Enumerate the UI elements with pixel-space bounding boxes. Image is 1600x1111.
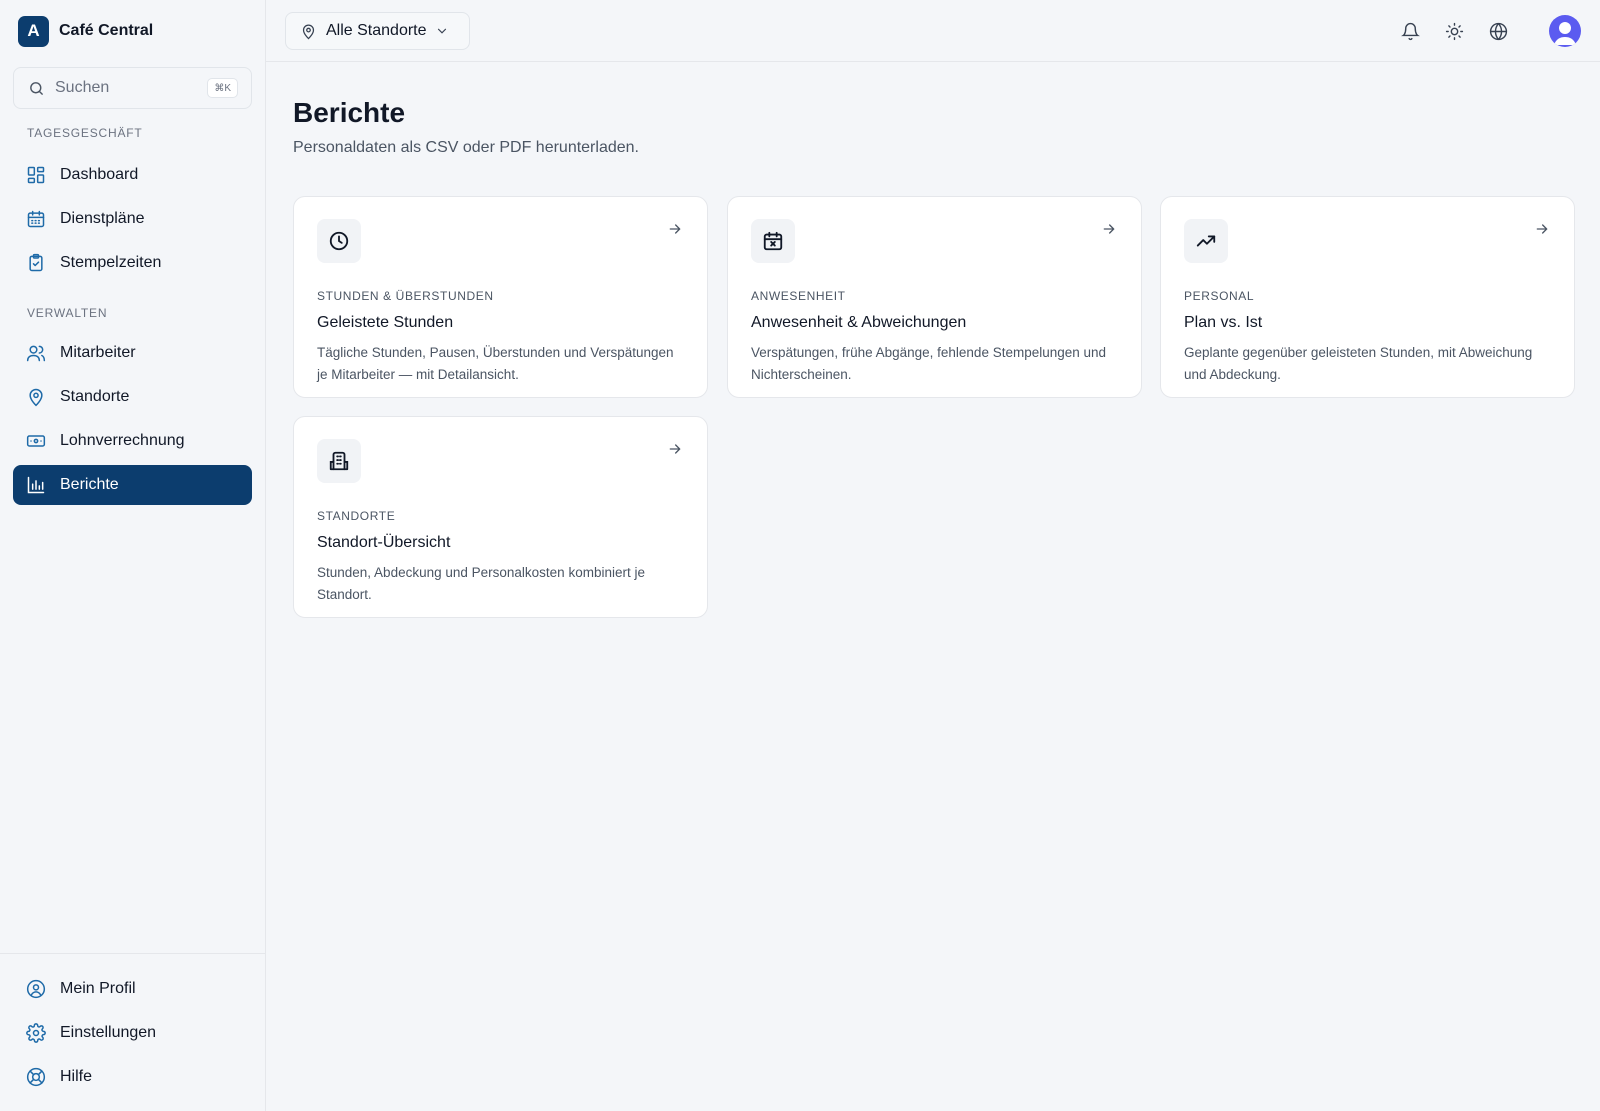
sidebar-item-standorte[interactable]: Standorte: [13, 377, 252, 417]
card-category: PERSONAL: [1184, 289, 1255, 303]
user-avatar-icon: [1554, 22, 1576, 45]
banknote-icon: [26, 431, 46, 451]
section-title-tagesgeschaeft: TAGESGESCHÄFT: [27, 126, 143, 140]
clock-icon: [328, 230, 350, 252]
arrow-right-icon: [1534, 221, 1552, 239]
card-category: STANDORTE: [317, 509, 396, 523]
arrow-right-icon: [667, 221, 685, 239]
page-subtitle: Personaldaten als CSV oder PDF herunterl…: [293, 139, 639, 156]
sidebar-divider: [0, 953, 266, 954]
card-description: Geplante gegenüber geleisteten Stunden, …: [1184, 345, 1533, 382]
brand-logo: A: [18, 15, 49, 47]
card-icon-box: [751, 219, 795, 263]
page-title: Berichte: [293, 97, 406, 128]
report-card-anwesenheit[interactable]: ANWESENHEIT Anwesenheit & Abweichungen V…: [727, 196, 1142, 398]
sun-icon[interactable]: [1443, 20, 1465, 42]
sidebar-item-einstellungen[interactable]: Einstellungen: [13, 1013, 252, 1053]
sidebar-item-label: Lohnverrechnung: [60, 432, 185, 449]
report-card-geleistete-stunden[interactable]: STUNDEN & ÜBERSTUNDEN Geleistete Stunden…: [293, 196, 708, 398]
card-icon-box: [317, 439, 361, 483]
user-circle-icon: [26, 979, 46, 999]
card-title: Plan vs. Ist: [1184, 314, 1263, 331]
card-category: STUNDEN & ÜBERSTUNDEN: [317, 289, 494, 303]
sidebar-item-label: Mitarbeiter: [60, 344, 136, 361]
card-title: Standort-Übersicht: [317, 534, 451, 551]
calendar-x-icon: [762, 230, 784, 252]
users-icon: [26, 343, 46, 363]
bar-chart-icon: [26, 475, 46, 495]
card-description: Verspätungen, frühe Abgänge, fehlende St…: [751, 345, 1107, 382]
card-description: Tägliche Stunden, Pausen, Überstunden un…: [317, 345, 674, 382]
card-icon-box: [317, 219, 361, 263]
topbar: Alle Standorte: [266, 0, 1600, 62]
gear-icon: [26, 1023, 46, 1043]
card-category: ANWESENHEIT: [751, 289, 846, 303]
sidebar-item-label: Dienstpläne: [60, 210, 145, 227]
sidebar-item-dashboard[interactable]: Dashboard: [13, 155, 252, 195]
sidebar-item-label: Standorte: [60, 388, 130, 405]
location-select[interactable]: Alle Standorte: [285, 12, 470, 50]
sidebar-item-label: Mein Profil: [60, 980, 136, 997]
sidebar-item-label: Berichte: [60, 476, 119, 493]
card-description: Stunden, Abdeckung und Personalkosten ko…: [317, 565, 645, 602]
lifebuoy-icon: [26, 1067, 46, 1087]
chevron-down-icon: [435, 24, 449, 38]
brand-name: Café Central: [59, 22, 154, 39]
sidebar: A Café Central Suchen ⌘K TAGESGESCHÄFT D…: [0, 0, 266, 1111]
sidebar-item-berichte[interactable]: Berichte: [13, 465, 252, 505]
sidebar-item-mitarbeiter[interactable]: Mitarbeiter: [13, 333, 252, 373]
bell-icon[interactable]: [1399, 20, 1421, 42]
building-icon: [328, 450, 350, 472]
arrow-right-icon: [667, 441, 685, 459]
sidebar-item-label: Einstellungen: [60, 1024, 157, 1041]
search-shortcut-badge: ⌘K: [207, 78, 238, 98]
card-title: Anwesenheit & Abweichungen: [751, 314, 967, 331]
sidebar-item-mein-profil[interactable]: Mein Profil: [13, 969, 252, 1009]
sidebar-item-label: Dashboard: [60, 166, 139, 183]
report-card-standort-uebersicht[interactable]: STANDORTE Standort-Übersicht Stunden, Ab…: [293, 416, 708, 618]
search-placeholder: Suchen: [55, 79, 110, 96]
search-icon: [28, 80, 45, 97]
dashboard-icon: [26, 165, 46, 185]
section-title-verwalten: VERWALTEN: [27, 306, 108, 320]
location-select-value: Alle Standorte: [326, 22, 427, 39]
globe-icon[interactable]: [1487, 20, 1509, 42]
report-card-plan-vs-ist[interactable]: PERSONAL Plan vs. Ist Geplante gegenüber…: [1160, 196, 1575, 398]
sidebar-item-lohnverrechnung[interactable]: Lohnverrechnung: [13, 421, 252, 461]
map-pin-icon: [300, 23, 317, 40]
sidebar-item-label: Hilfe: [60, 1068, 93, 1085]
brand[interactable]: A Café Central: [18, 15, 153, 47]
card-icon-box: [1184, 219, 1228, 263]
trending-up-icon: [1195, 230, 1217, 252]
calendar-icon: [26, 209, 46, 229]
card-title: Geleistete Stunden: [317, 314, 454, 331]
sidebar-item-dienstplaene[interactable]: Dienstpläne: [13, 199, 252, 239]
map-pin-icon: [26, 387, 46, 407]
clipboard-check-icon: [26, 253, 46, 273]
search-input[interactable]: Suchen ⌘K: [13, 67, 252, 109]
sidebar-item-stempelzeiten[interactable]: Stempelzeiten: [13, 243, 252, 283]
arrow-right-icon: [1101, 221, 1119, 239]
avatar[interactable]: [1549, 15, 1581, 47]
sidebar-item-hilfe[interactable]: Hilfe: [13, 1057, 252, 1097]
sidebar-item-label: Stempelzeiten: [60, 254, 162, 271]
